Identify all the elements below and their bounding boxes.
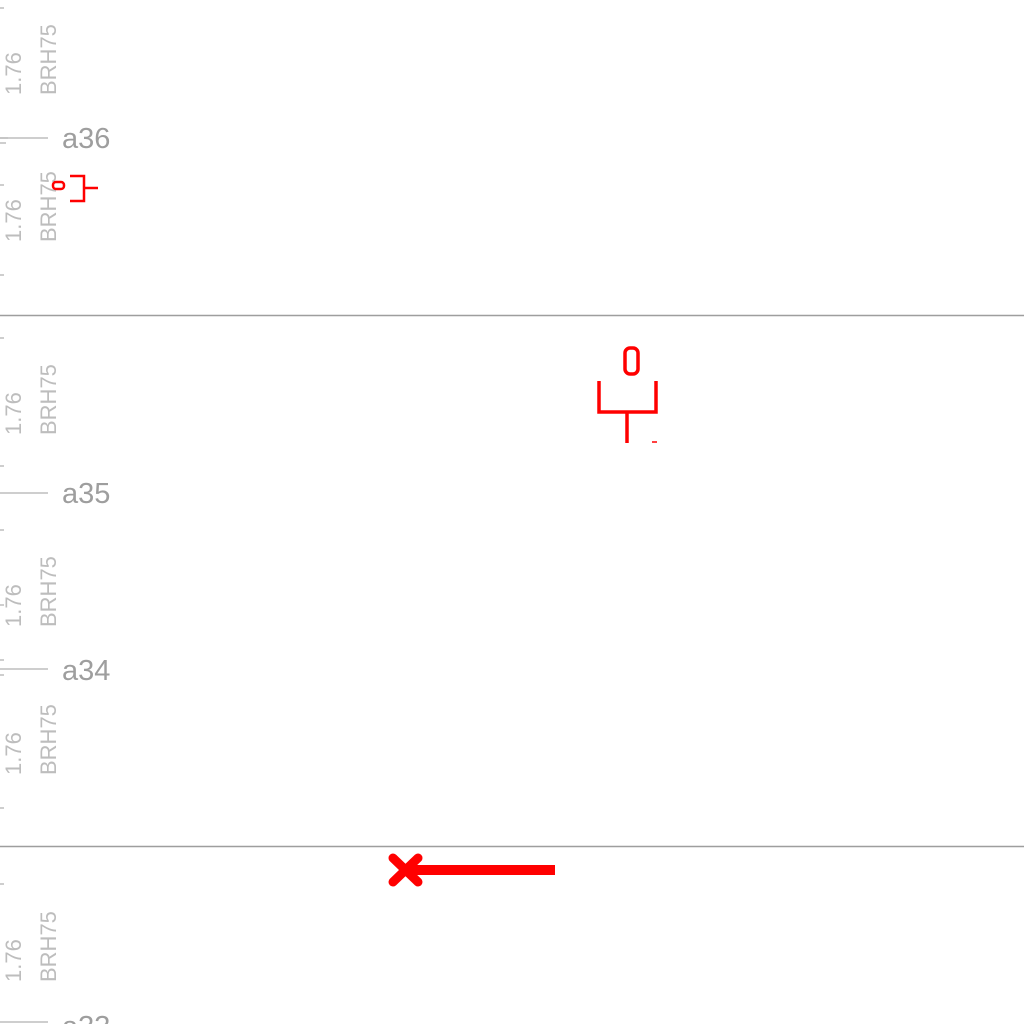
track-map: a36 a35 a34 a33 1.76 BRH75 1.76 BRH75 1.… xyxy=(0,7,1024,1029)
side-label-code: BRH75 xyxy=(36,704,61,775)
side-label-value: 1.76 xyxy=(1,52,26,95)
side-label-code: BRH75 xyxy=(36,556,61,627)
side-label-group: BRH75 xyxy=(36,556,61,627)
side-label-group: BRH75 xyxy=(36,24,61,95)
side-label-group: BRH75 xyxy=(36,364,61,435)
cross-icon[interactable] xyxy=(388,853,555,887)
side-label-group: 1.76 xyxy=(1,939,26,982)
side-label-group: 1.76 xyxy=(1,732,26,775)
km-marker-label: a35 xyxy=(62,478,110,510)
side-label-group: 1.76 xyxy=(1,199,26,242)
side-label-value: 1.76 xyxy=(1,732,26,775)
side-label-value: 1.76 xyxy=(1,199,26,242)
km-marker-label: a33 xyxy=(62,1011,110,1024)
side-label-group: 1.76 xyxy=(1,392,26,435)
side-label-group: 1.76 xyxy=(1,584,26,627)
side-label-group: BRH75 xyxy=(36,911,61,982)
side-label-group: BRH75 xyxy=(36,704,61,775)
map-canvas: a36 a35 a34 a33 1.76 BRH75 1.76 BRH75 1.… xyxy=(0,0,1024,1029)
side-label-group: 1.76 xyxy=(1,52,26,95)
side-label-value: 1.76 xyxy=(1,392,26,435)
signal-icon[interactable] xyxy=(597,346,658,443)
side-label-code: BRH75 xyxy=(36,24,61,95)
side-label-code: BRH75 xyxy=(36,364,61,435)
side-label-code: BRH75 xyxy=(36,911,61,982)
km-marker-label: a34 xyxy=(62,655,110,687)
side-label-value: 1.76 xyxy=(1,584,26,627)
km-marker-label: a36 xyxy=(62,123,110,155)
left-ticks xyxy=(0,7,48,1023)
side-label-value: 1.76 xyxy=(1,939,26,982)
